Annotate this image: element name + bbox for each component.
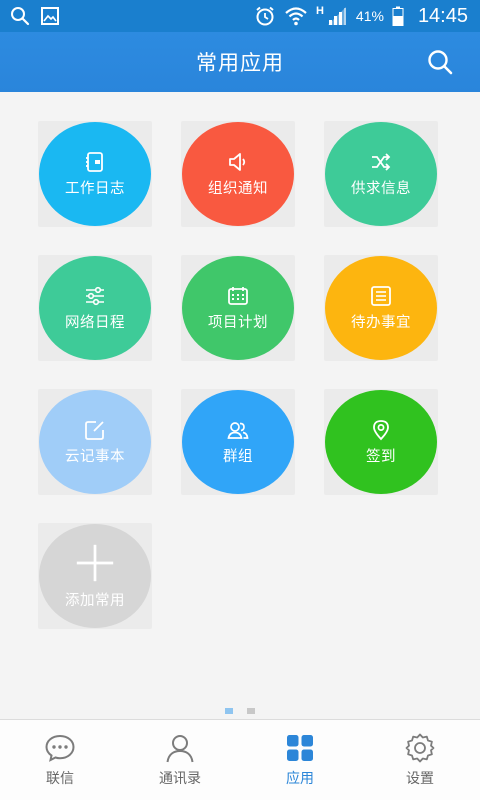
tab-settings[interactable]: 设置 — [360, 720, 480, 800]
search-button[interactable] — [426, 48, 454, 76]
app-button[interactable]: 签到 — [325, 390, 437, 494]
tab-label: 通讯录 — [159, 771, 201, 787]
app-tile: 网络日程 — [38, 255, 152, 361]
tab-label: 联信 — [46, 771, 74, 787]
tab-label: 应用 — [286, 771, 314, 787]
app-button[interactable]: 云记事本 — [39, 390, 151, 494]
app-tile: 群组 — [181, 389, 295, 495]
bottom-tab-bar: 联信 通讯录 应用 设置 — [0, 719, 480, 800]
alarm-clock-icon — [254, 5, 276, 27]
tab-contacts[interactable]: 通讯录 — [120, 720, 240, 800]
app-tile: 项目计划 — [181, 255, 295, 361]
app-tile: 签到 — [324, 389, 438, 495]
list-icon — [370, 285, 392, 311]
app-button[interactable]: 待办事宜 — [325, 256, 437, 360]
wifi-icon — [284, 5, 308, 27]
status-bar: H 41% 14:45 — [0, 0, 480, 32]
app-button[interactable]: 工作日志 — [39, 122, 151, 226]
app-label: 签到 — [366, 448, 396, 465]
plus-icon — [75, 543, 115, 589]
shuffle-icon — [370, 151, 392, 177]
notebook-icon — [84, 151, 106, 177]
apps-grid-icon — [287, 735, 313, 761]
tab-lianxin[interactable]: 联信 — [0, 720, 120, 800]
app-tile: 待办事宜 — [324, 255, 438, 361]
app-label: 组织通知 — [208, 180, 268, 197]
clock-time: 14:45 — [417, 4, 468, 27]
page-indicator — [0, 708, 480, 714]
battery-percent: 41% — [355, 8, 384, 24]
app-button[interactable]: 供求信息 — [325, 122, 437, 226]
app-label: 待办事宜 — [351, 314, 411, 331]
app-label: 云记事本 — [65, 448, 125, 465]
app-button[interactable]: 群组 — [182, 390, 294, 494]
app-button[interactable]: 组织通知 — [182, 122, 294, 226]
location-icon — [370, 419, 392, 445]
app-tile: 组织通知 — [181, 121, 295, 227]
app-button[interactable]: 项目计划 — [182, 256, 294, 360]
group-icon — [227, 419, 249, 445]
app-button[interactable]: 网络日程 — [39, 256, 151, 360]
app-tile: 云记事本 — [38, 389, 152, 495]
sliders-icon — [84, 285, 106, 311]
page-dot-1 — [225, 708, 233, 714]
contact-icon — [166, 735, 194, 763]
battery-icon — [392, 6, 404, 26]
search-icon — [428, 50, 453, 75]
app-label: 群组 — [223, 448, 253, 465]
image-icon — [40, 6, 60, 26]
page-title: 常用应用 — [196, 51, 284, 75]
app-tile: 添加常用 — [38, 523, 152, 629]
app-button[interactable]: 添加常用 — [39, 524, 151, 628]
gear-icon — [405, 733, 435, 763]
chat-icon — [45, 734, 75, 762]
app-label: 网络日程 — [65, 314, 125, 331]
tab-label: 设置 — [406, 771, 434, 787]
app-label: 供求信息 — [351, 180, 411, 197]
app-tile: 工作日志 — [38, 121, 152, 227]
search-icon — [10, 6, 30, 26]
edit-icon — [84, 419, 106, 445]
app-label: 工作日志 — [65, 180, 125, 197]
tab-apps[interactable]: 应用 — [240, 720, 360, 800]
network-type: H — [315, 5, 324, 17]
signal-icon — [326, 6, 348, 26]
app-label: 项目计划 — [208, 314, 268, 331]
speaker-icon — [227, 151, 249, 177]
app-label: 添加常用 — [65, 592, 125, 609]
page-dot-2 — [247, 708, 255, 714]
app-tile: 供求信息 — [324, 121, 438, 227]
app-header: 常用应用 — [0, 32, 480, 92]
calendar-icon — [227, 285, 249, 311]
